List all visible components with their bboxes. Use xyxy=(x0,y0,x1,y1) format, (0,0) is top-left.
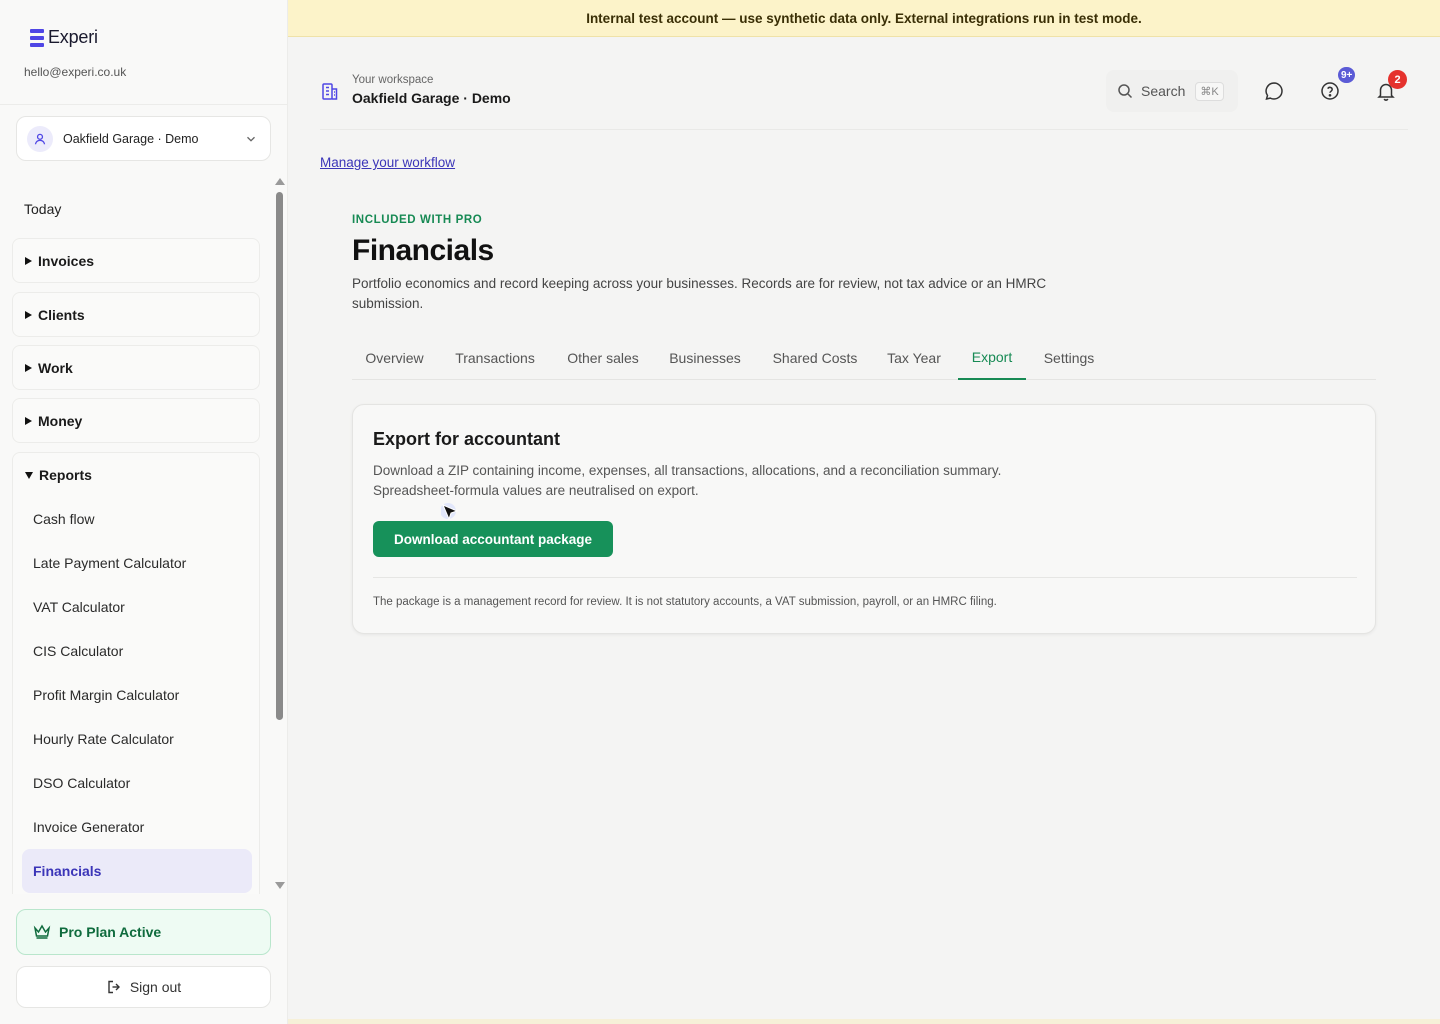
help-badge: 9+ xyxy=(1338,67,1356,83)
export-card-description: Download a ZIP containing income, expens… xyxy=(373,463,1002,498)
export-card-note: The package is a management record for r… xyxy=(373,596,997,608)
sidebar-nav: Today Invoices Clients Work Money Report… xyxy=(0,172,288,894)
tab-export[interactable]: Export xyxy=(958,336,1026,380)
tab-settings[interactable]: Settings xyxy=(1034,336,1104,379)
sidebar-item-cis-calculator[interactable]: CIS Calculator xyxy=(33,643,123,659)
sign-out-icon xyxy=(108,980,120,994)
user-icon xyxy=(27,125,53,152)
export-card-title: Export for accountant xyxy=(373,429,561,449)
search-icon xyxy=(1118,84,1133,99)
tab-tax-year[interactable]: Tax Year xyxy=(880,336,948,379)
workspace-selector-label: Oakfield Garage · Demo xyxy=(63,131,199,146)
brand-logo[interactable]: Experi xyxy=(30,27,98,48)
sidebar-item-invoice-generator[interactable]: Invoice Generator xyxy=(33,819,144,835)
pro-plan-badge[interactable]: Pro Plan Active xyxy=(16,909,271,955)
sidebar-group-label: Reports xyxy=(39,467,92,483)
page-title: Financials xyxy=(352,234,494,267)
sidebar-item-vat-calculator[interactable]: VAT Calculator xyxy=(33,599,125,615)
sidebar-item-dso-calculator[interactable]: DSO Calculator xyxy=(33,775,130,791)
sidebar-item-profit-margin-calculator[interactable]: Profit Margin Calculator xyxy=(33,687,179,703)
chevron-down-icon xyxy=(247,136,255,142)
financials-tabs: Overview Transactions Other sales Busine… xyxy=(352,336,1376,380)
sidebar-item-late-payment-calculator[interactable]: Late Payment Calculator xyxy=(33,555,186,571)
tab-other-sales[interactable]: Other sales xyxy=(553,336,653,379)
sidebar-divider xyxy=(0,104,287,105)
manage-workflow-link[interactable]: Manage your workflow xyxy=(320,155,455,170)
sidebar-group-reports: Reports Cash flow Late Payment Calculato… xyxy=(12,452,260,894)
tab-overview[interactable]: Overview xyxy=(352,336,437,379)
sidebar-group-invoices[interactable]: Invoices xyxy=(12,238,260,283)
sidebar-scrollbar-thumb[interactable] xyxy=(276,192,283,720)
caret-down-icon xyxy=(25,471,33,479)
workspace-caption: Your workspace xyxy=(352,74,434,86)
pro-plan-label: Pro Plan Active xyxy=(59,924,162,940)
sidebar-group-clients[interactable]: Clients xyxy=(12,292,260,337)
crown-icon xyxy=(33,924,51,939)
brand-name: Experi xyxy=(48,27,98,47)
caret-right-icon xyxy=(25,363,32,372)
page-description: Portfolio economics and record keeping a… xyxy=(352,276,1047,311)
card-divider xyxy=(373,577,1357,578)
sidebar-item-today[interactable]: Today xyxy=(24,201,61,217)
chat-bubble-icon xyxy=(1265,82,1283,101)
sidebar-item-financials[interactable]: Financials xyxy=(33,863,101,879)
mouse-cursor-icon xyxy=(441,503,459,521)
workspace-selector[interactable]: Oakfield Garage · Demo xyxy=(16,116,271,161)
help-circle-icon xyxy=(1321,82,1339,100)
building-icon xyxy=(322,83,338,100)
help-button[interactable] xyxy=(1317,78,1343,104)
plan-eyebrow: INCLUDED WITH PRO xyxy=(352,214,483,226)
scroll-up-arrow-icon[interactable] xyxy=(275,178,285,185)
caret-right-icon xyxy=(25,310,32,319)
sidebar-item-cash-flow[interactable]: Cash flow xyxy=(33,511,94,527)
scroll-down-arrow-icon[interactable] xyxy=(275,882,285,889)
export-card: Export for accountant Download a ZIP con… xyxy=(352,404,1376,634)
workspace-name: Oakfield Garage · Demo xyxy=(352,90,511,106)
tab-shared-costs[interactable]: Shared Costs xyxy=(764,336,866,379)
download-accountant-package-button[interactable]: Download accountant package xyxy=(373,521,613,557)
sidebar: Experi hello@experi.co.uk Oakfield Garag… xyxy=(0,0,288,1024)
sidebar-group-label: Work xyxy=(38,359,73,376)
tab-transactions[interactable]: Transactions xyxy=(445,336,545,379)
chat-button[interactable] xyxy=(1261,78,1287,104)
top-header: Your workspace Oakfield Garage · Demo Se… xyxy=(320,67,1408,130)
sign-out-label: Sign out xyxy=(129,979,182,995)
sidebar-group-label: Money xyxy=(38,412,83,429)
sidebar-group-label: Invoices xyxy=(38,252,95,269)
tab-businesses[interactable]: Businesses xyxy=(660,336,750,379)
notifications-badge: 2 xyxy=(1388,70,1407,89)
sidebar-item-hourly-rate-calculator[interactable]: Hourly Rate Calculator xyxy=(33,731,174,747)
bottom-strip xyxy=(288,1019,1440,1024)
sidebar-group-label: Clients xyxy=(38,306,85,323)
sidebar-group-reports-toggle[interactable]: Reports xyxy=(25,467,92,483)
caret-right-icon xyxy=(25,256,32,265)
search-shortcut: ⌘K xyxy=(1195,81,1224,101)
account-email: hello@experi.co.uk xyxy=(24,65,127,79)
search-button[interactable]: Search ⌘K xyxy=(1106,70,1238,112)
experi-logo-icon xyxy=(30,28,44,47)
search-label: Search xyxy=(1141,83,1186,99)
caret-right-icon xyxy=(25,416,32,425)
sidebar-group-money[interactable]: Money xyxy=(12,398,260,443)
sign-out-button[interactable]: Sign out xyxy=(16,966,271,1008)
test-account-banner: Internal test account — use synthetic da… xyxy=(288,0,1440,37)
banner-text: Internal test account — use synthetic da… xyxy=(586,10,1142,26)
sidebar-group-work[interactable]: Work xyxy=(12,345,260,390)
